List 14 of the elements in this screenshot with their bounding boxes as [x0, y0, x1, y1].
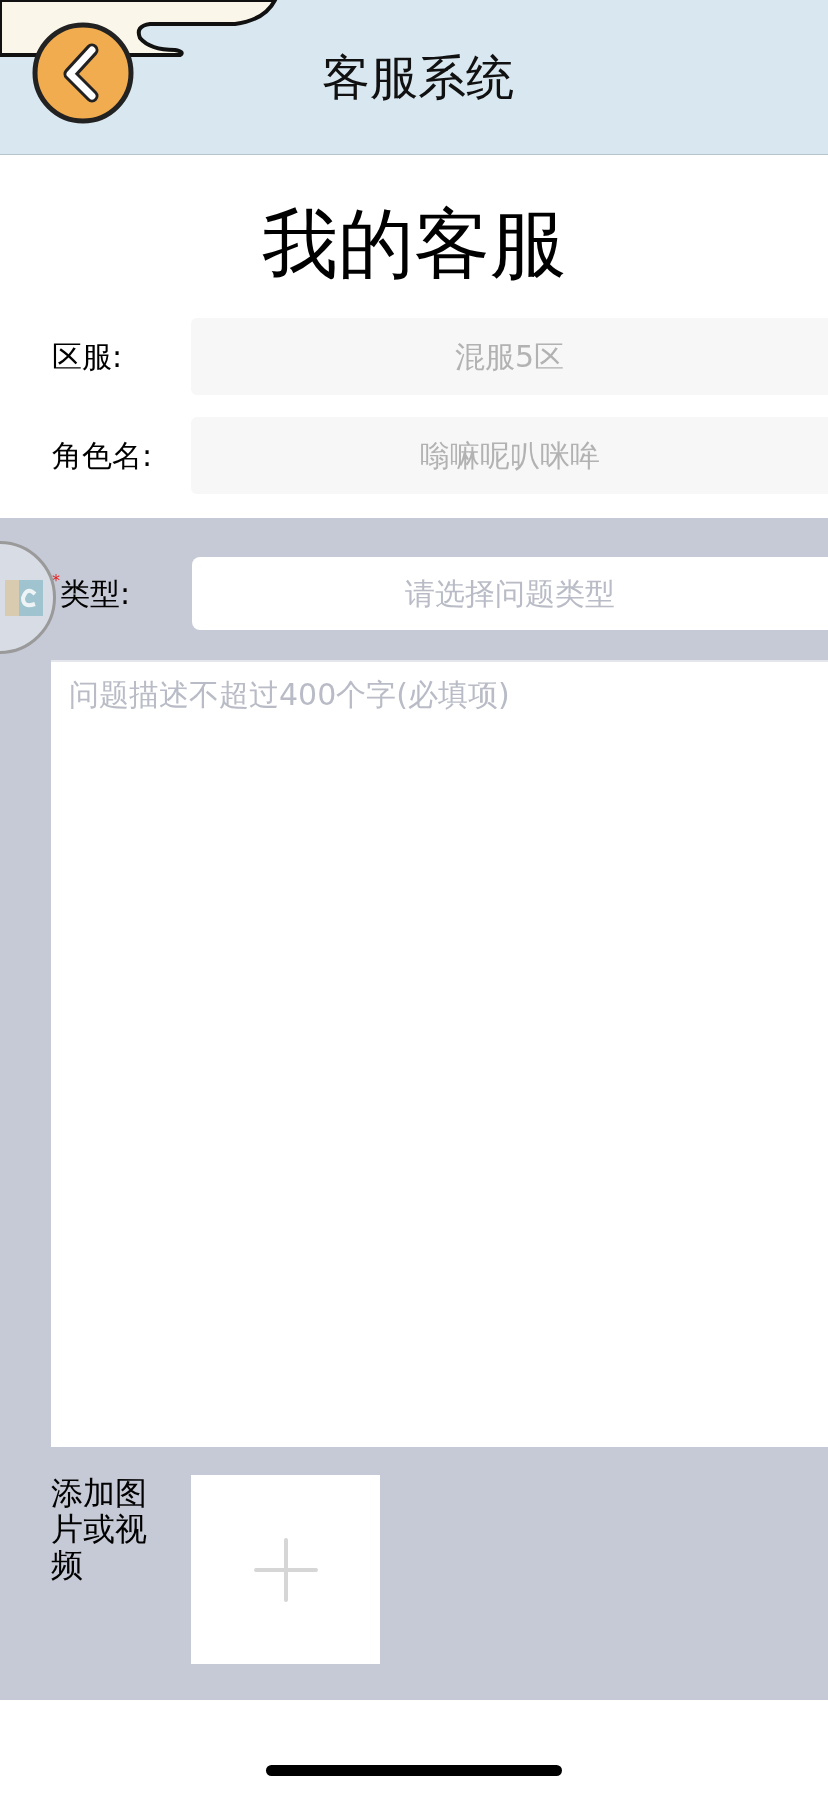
field-label: 区服:	[51, 338, 124, 376]
section-heading: 我的客服	[262, 206, 566, 282]
read-only-field: 嗡嘛呢叭咪哞	[191, 417, 828, 494]
back-button[interactable]	[30, 20, 136, 126]
attachment-label: 添加图片或视频	[50, 1475, 148, 1586]
plus-icon	[253, 1537, 318, 1602]
description-textarea[interactable]: 问题描述不超过400个字(必填项)	[51, 660, 828, 1447]
field-label: 角色名:	[51, 437, 154, 475]
problem-type-select[interactable]: 请选择问题类型	[192, 557, 828, 630]
page-title: 客服系统	[322, 53, 514, 101]
field-label: 类型:	[60, 576, 131, 613]
logo-icon	[5, 577, 45, 618]
required-mark: *	[52, 573, 60, 589]
read-only-field: 混服5区	[191, 318, 828, 395]
